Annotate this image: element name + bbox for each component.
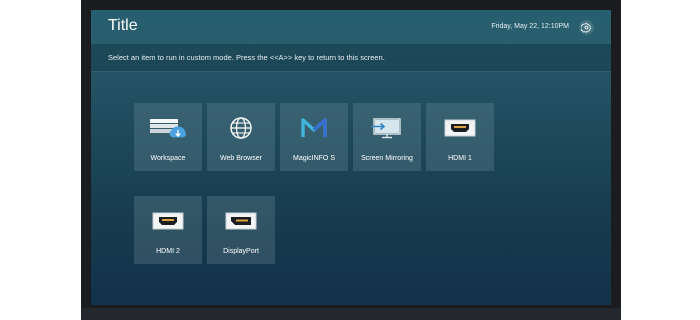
page-title: Title [108, 17, 138, 34]
gear-icon [581, 22, 592, 33]
tile-label: MagicINFO S [292, 155, 335, 162]
tile-hdmi-1[interactable]: HDMI 1 [426, 103, 494, 171]
tile-displayport[interactable]: DisplayPort [207, 196, 275, 264]
tile-workspace[interactable]: Workspace [134, 103, 202, 171]
display-screen: Title Friday, May 22, 12:10PM Select an … [91, 10, 611, 305]
monitor-bottom-edge [81, 308, 621, 320]
globe-icon [230, 117, 252, 139]
tile-hdmi-2[interactable]: HDMI 2 [134, 196, 202, 264]
tile-label: HDMI 1 [448, 155, 472, 162]
tile-label: Web Browser [220, 155, 262, 162]
tile-screen-mirroring[interactable]: Screen Mirroring [353, 103, 421, 171]
tile-web-browser[interactable]: Web Browser [207, 103, 275, 171]
tile-label: DisplayPort [223, 248, 259, 255]
displayport-icon [225, 212, 257, 230]
magicinfo-icon [301, 118, 327, 137]
workspace-cloud-icon [150, 119, 186, 138]
instruction-text: Select an item to run in custom mode. Pr… [108, 53, 385, 62]
top-bar: Title Friday, May 22, 12:10PM [91, 10, 611, 44]
screen-mirroring-icon [371, 118, 401, 139]
date-time-display: Friday, May 22, 12:10PM [491, 23, 569, 30]
tile-label: Screen Mirroring [361, 155, 413, 162]
tile-label: HDMI 2 [156, 248, 180, 255]
hdmi-port-icon [152, 212, 184, 230]
settings-button[interactable] [579, 20, 594, 35]
tile-label: Workspace [150, 155, 186, 162]
instruction-bar: Select an item to run in custom mode. Pr… [91, 44, 611, 72]
hdmi-port-icon [444, 119, 476, 137]
tile-magicinfo[interactable]: MagicINFO S [280, 103, 348, 171]
